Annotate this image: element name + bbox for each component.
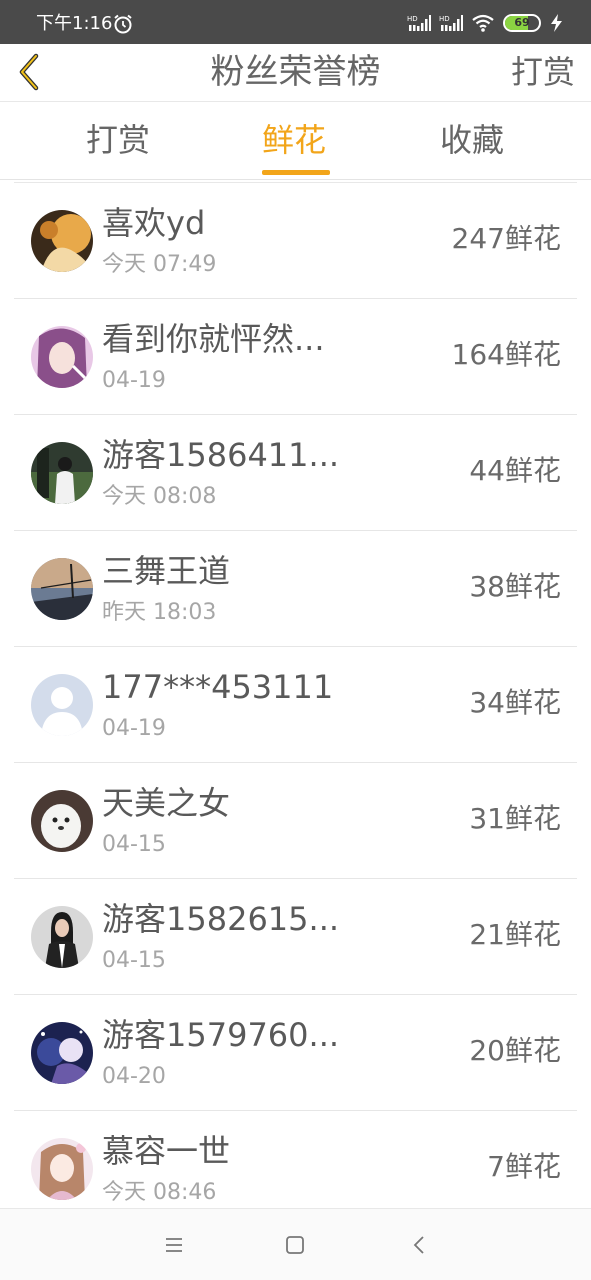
system-nav-bar (0, 1208, 591, 1280)
page-title: 粉丝荣誉榜 (210, 52, 381, 92)
fans-list: 喜欢yd 今天 07:49 247鲜花 看到你就怦然... 04-19 164鲜… (14, 182, 577, 1208)
tab-flowers[interactable]: 鲜花 (262, 118, 326, 162)
fan-name: 游客1582615... (102, 900, 340, 938)
flower-count: 31鲜花 (469, 802, 561, 835)
fan-name: 177***453111 (102, 668, 334, 706)
fan-name: 喜欢yd (102, 204, 206, 242)
battery-icon: 69 (503, 14, 541, 32)
flower-count: 38鲜花 (469, 570, 561, 603)
tab-bar: 打赏 鲜花 收藏 (0, 102, 591, 180)
status-time: 下午1:16 (36, 13, 113, 34)
avatar (31, 442, 93, 504)
list-item[interactable]: 177***453111 04-19 34鲜花 (14, 647, 577, 763)
wifi-icon (472, 14, 494, 32)
avatar (31, 326, 93, 388)
fan-date: 04-20 (102, 1064, 166, 1089)
list-item[interactable]: 游客1579760... 04-20 20鲜花 (14, 995, 577, 1111)
alarm-icon (114, 14, 132, 34)
signal-hd-label: HD (439, 15, 450, 23)
fan-date: 今天 08:46 (102, 1180, 217, 1205)
fan-date: 04-19 (102, 716, 166, 741)
flower-count: 164鲜花 (451, 338, 561, 371)
list-item[interactable]: 喜欢yd 今天 07:49 247鲜花 (14, 183, 577, 299)
fan-date: 今天 08:08 (102, 484, 217, 509)
status-bar: 下午1:16 HD HD 69 (0, 0, 591, 44)
fan-name: 慕容一世 (102, 1132, 231, 1170)
tab-favorites[interactable]: 收藏 (440, 118, 504, 162)
fan-name: 游客1579760... (102, 1016, 340, 1054)
fan-name: 三舞王道 (102, 552, 231, 590)
avatar (31, 1138, 93, 1200)
list-item[interactable]: 慕容一世 今天 08:46 7鲜花 (14, 1111, 577, 1208)
list-item[interactable]: 天美之女 04-15 31鲜花 (14, 763, 577, 879)
fan-date: 04-15 (102, 832, 166, 857)
fan-name: 看到你就怦然... (102, 320, 325, 358)
flower-count: 20鲜花 (469, 1034, 561, 1067)
signal-icon-2: HD (439, 15, 463, 31)
flower-count: 21鲜花 (469, 918, 561, 951)
signal-hd-label: HD (407, 15, 418, 23)
avatar (31, 1022, 93, 1084)
default-avatar (31, 674, 93, 736)
avatar (31, 906, 93, 968)
active-tab-indicator (262, 170, 330, 175)
battery-percent: 69 (514, 16, 530, 29)
list-item[interactable]: 游客1586411... 今天 08:08 44鲜花 (14, 415, 577, 531)
fan-date: 04-19 (102, 368, 166, 393)
avatar (31, 790, 93, 852)
flower-count: 44鲜花 (469, 454, 561, 487)
list-item[interactable]: 三舞王道 昨天 18:03 38鲜花 (14, 531, 577, 647)
avatar (31, 558, 93, 620)
back-icon[interactable] (408, 1233, 432, 1257)
fan-name: 天美之女 (102, 784, 231, 822)
status-icons: HD HD 69 (407, 12, 565, 34)
tab-reward[interactable]: 打赏 (86, 118, 150, 162)
fan-date: 04-15 (102, 948, 166, 973)
flower-count: 247鲜花 (451, 222, 561, 255)
charging-icon (551, 14, 562, 32)
avatar (31, 210, 93, 272)
list-item[interactable]: 看到你就怦然... 04-19 164鲜花 (14, 299, 577, 415)
app-header: 粉丝荣誉榜 打赏 (0, 44, 591, 102)
flower-count: 34鲜花 (469, 686, 561, 719)
flower-count: 7鲜花 (487, 1150, 561, 1183)
signal-icon: HD (407, 15, 431, 31)
fan-name: 游客1586411... (102, 436, 340, 474)
home-icon[interactable] (283, 1233, 307, 1257)
fan-date: 昨天 18:03 (102, 600, 217, 625)
fan-date: 今天 07:49 (102, 252, 217, 277)
reward-button[interactable]: 打赏 (511, 50, 575, 94)
menu-icon[interactable] (162, 1233, 186, 1257)
list-item[interactable]: 游客1582615... 04-15 21鲜花 (14, 879, 577, 995)
